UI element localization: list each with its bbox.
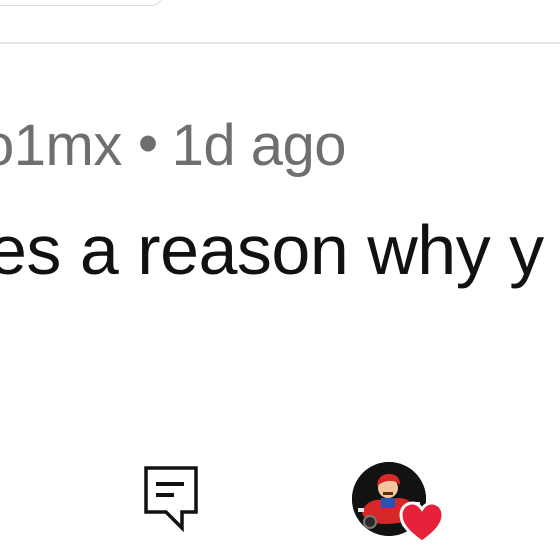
heart-icon bbox=[399, 501, 445, 544]
reply-button[interactable] bbox=[138, 460, 208, 536]
comment-username[interactable]: o1mx bbox=[0, 113, 122, 178]
comment-view: o1mx•1d ago es a reason why y bbox=[0, 0, 560, 560]
meta-separator: • bbox=[137, 111, 158, 176]
top-input-edge[interactable] bbox=[0, 0, 162, 6]
reaction-button[interactable] bbox=[352, 462, 452, 552]
comment-timestamp: 1d ago bbox=[171, 113, 347, 178]
divider bbox=[0, 42, 560, 44]
comment-meta: o1mx•1d ago bbox=[0, 111, 347, 180]
reply-comment-icon bbox=[144, 466, 198, 533]
comment-body: es a reason why y bbox=[0, 211, 544, 289]
